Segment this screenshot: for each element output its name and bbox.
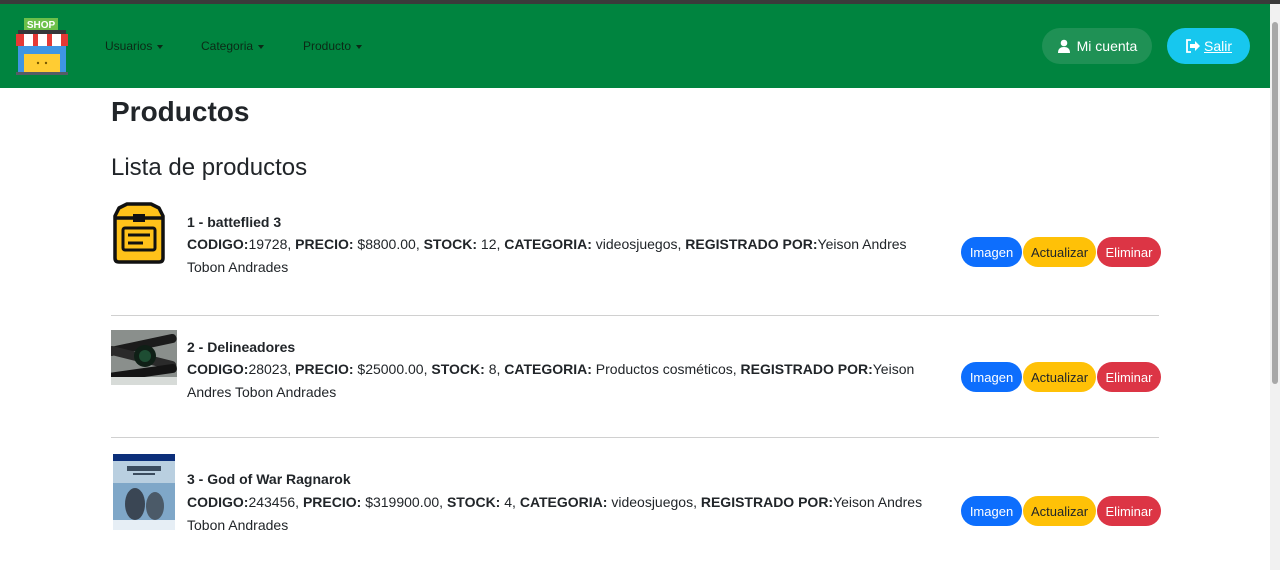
image-button[interactable]: Imagen xyxy=(961,496,1022,526)
my-account-label: Mi cuenta xyxy=(1076,38,1138,54)
shop-logo[interactable]: SHOP xyxy=(14,18,70,78)
product-item: 2 - Delineadores CODIGO:28023, PRECIO: $… xyxy=(111,330,1161,430)
product-item: 1 - batteflied 3 CODIGO:19728, PRECIO: $… xyxy=(111,200,1161,310)
section-title: Lista de productos xyxy=(111,154,308,181)
product-name: 1 - batteflied 3 xyxy=(187,214,282,230)
nav-producto-dropdown[interactable]: Producto xyxy=(303,39,363,53)
nav-usuarios-dropdown[interactable]: Usuarios xyxy=(105,39,164,53)
product-details: CODIGO:243456, PRECIO: $319900.00, STOCK… xyxy=(187,494,923,533)
product-item: 3 - God of War Ragnarok CODIGO:243456, P… xyxy=(111,452,1161,552)
update-button[interactable]: Actualizar xyxy=(1023,362,1096,392)
page-title: Productos xyxy=(111,96,250,127)
image-button[interactable]: Imagen xyxy=(961,237,1022,267)
product-actions: Imagen Actualizar Eliminar xyxy=(961,237,1161,267)
product-name: 2 - Delineadores xyxy=(187,339,296,355)
delete-button[interactable]: Eliminar xyxy=(1097,237,1161,267)
eyeliner-photo xyxy=(111,330,177,385)
update-button[interactable]: Actualizar xyxy=(1023,496,1096,526)
game-cover-photo xyxy=(113,454,175,530)
product-actions: Imagen Actualizar Eliminar xyxy=(961,496,1161,526)
caret-down-icon xyxy=(258,44,265,49)
user-icon xyxy=(1057,39,1070,53)
logout-button[interactable]: Salir xyxy=(1167,28,1250,64)
image-button[interactable]: Imagen xyxy=(961,362,1022,392)
page-scrollbar[interactable] xyxy=(1270,4,1280,570)
delete-button[interactable]: Eliminar xyxy=(1097,362,1161,392)
product-name: 3 - God of War Ragnarok xyxy=(187,471,351,487)
nav-usuarios-label: Usuarios xyxy=(105,39,153,53)
nav-categoria-label: Categoria xyxy=(201,39,254,53)
logout-label: Salir xyxy=(1203,38,1232,54)
svg-text:SHOP: SHOP xyxy=(27,20,56,31)
divider xyxy=(111,437,1159,438)
navbar: SHOP Usuarios Categoria Producto Mi cuen… xyxy=(0,4,1270,88)
nav-producto-label: Producto xyxy=(303,39,352,53)
caret-down-icon xyxy=(356,44,363,49)
box-icon xyxy=(113,202,165,264)
divider xyxy=(111,315,1159,316)
update-button[interactable]: Actualizar xyxy=(1023,237,1096,267)
product-details: CODIGO:19728, PRECIO: $8800.00, STOCK: 1… xyxy=(187,236,907,275)
caret-down-icon xyxy=(157,44,164,49)
delete-button[interactable]: Eliminar xyxy=(1097,496,1161,526)
product-actions: Imagen Actualizar Eliminar xyxy=(961,362,1161,392)
nav-categoria-dropdown[interactable]: Categoria xyxy=(201,39,265,53)
my-account-button[interactable]: Mi cuenta xyxy=(1042,28,1152,64)
scrollbar-thumb[interactable] xyxy=(1272,22,1278,384)
product-details: CODIGO:28023, PRECIO: $25000.00, STOCK: … xyxy=(187,361,915,400)
sign-out-icon xyxy=(1186,39,1200,53)
